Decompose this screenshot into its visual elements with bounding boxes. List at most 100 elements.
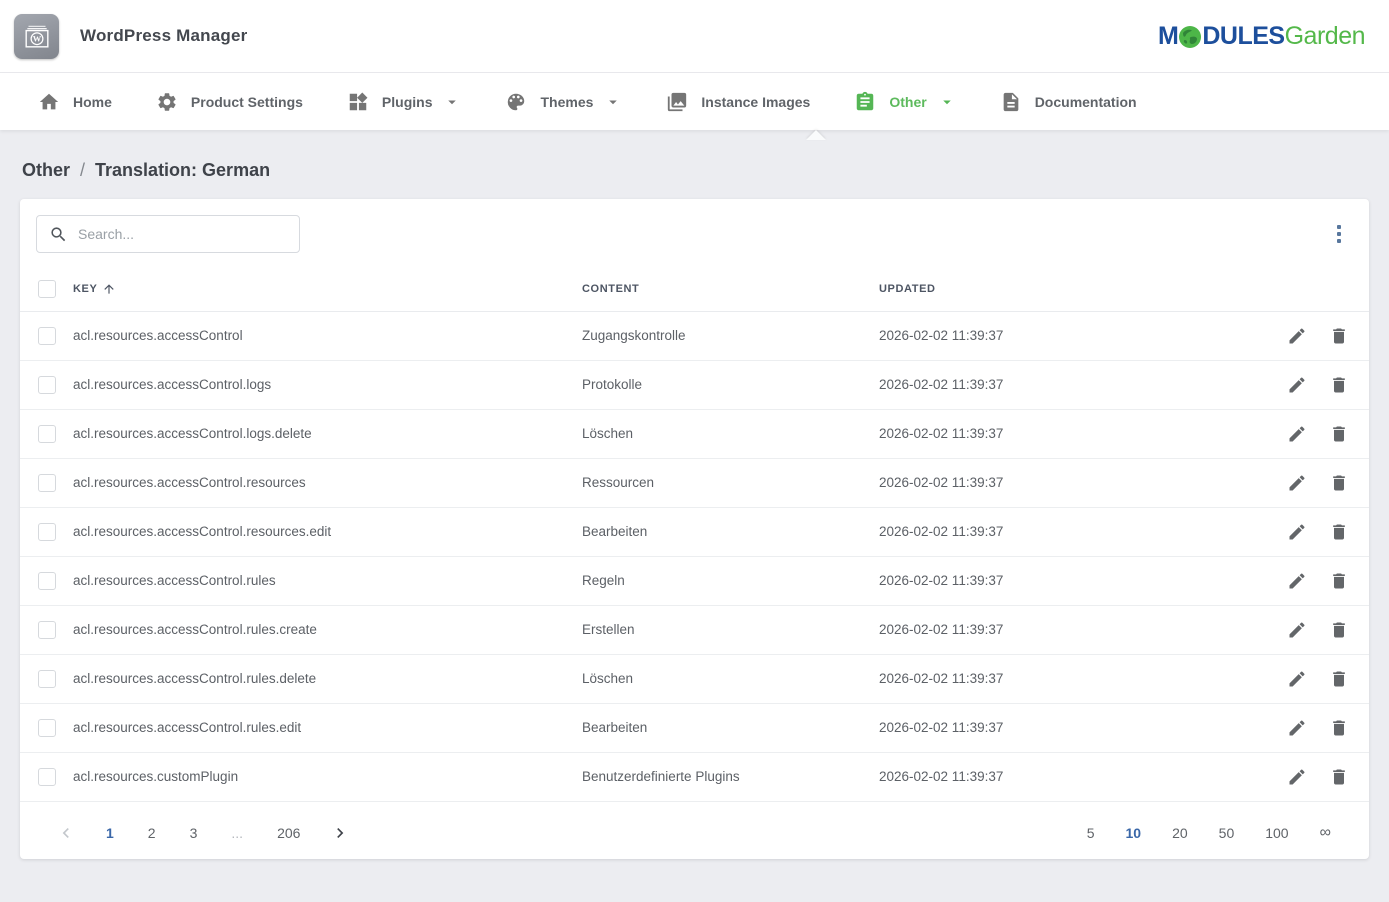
row-content: Ressourcen	[582, 475, 654, 490]
row-checkbox[interactable]	[38, 425, 56, 443]
edit-icon[interactable]	[1283, 714, 1311, 742]
select-all-checkbox[interactable]	[38, 280, 56, 298]
edit-icon[interactable]	[1283, 322, 1311, 350]
active-nav-notch	[806, 130, 826, 140]
page-button[interactable]: 3	[186, 823, 202, 843]
row-checkbox[interactable]	[38, 768, 56, 786]
row-checkbox[interactable]	[38, 670, 56, 688]
delete-icon[interactable]	[1325, 665, 1353, 693]
nav-item-plugins[interactable]: Plugins	[325, 73, 484, 130]
delete-icon[interactable]	[1325, 420, 1353, 448]
nav-item-other[interactable]: Other	[832, 73, 977, 130]
edit-icon[interactable]	[1283, 665, 1311, 693]
row-key: acl.resources.accessControl.rules.edit	[73, 720, 301, 735]
table-row: acl.resources.accessControl.rules.delete…	[20, 654, 1369, 703]
page-size-button[interactable]: 5	[1085, 823, 1097, 843]
edit-icon[interactable]	[1283, 567, 1311, 595]
row-updated: 2026-02-02 11:39:37	[879, 720, 1003, 735]
row-checkbox[interactable]	[38, 719, 56, 737]
breadcrumb-separator: /	[80, 160, 85, 181]
page-size-infinity-button[interactable]: ∞	[1318, 822, 1333, 844]
edit-icon[interactable]	[1283, 616, 1311, 644]
card-toolbar	[20, 199, 1369, 267]
delete-icon[interactable]	[1325, 763, 1353, 791]
nav-item-label: Other	[889, 94, 926, 110]
more-options-icon[interactable]	[1331, 219, 1347, 249]
row-content: Protokolle	[582, 377, 642, 392]
nav-item-home[interactable]: Home	[16, 73, 134, 130]
edit-icon[interactable]	[1283, 469, 1311, 497]
table-row: acl.resources.accessControl.resourcesRes…	[20, 458, 1369, 507]
row-checkbox[interactable]	[38, 474, 56, 492]
translations-table: KEY CONTENT UPDATED acl.resources.access…	[20, 267, 1369, 802]
nav-item-documentation[interactable]: Documentation	[978, 73, 1159, 130]
row-checkbox[interactable]	[38, 621, 56, 639]
nav-item-themes[interactable]: Themes	[483, 73, 644, 130]
nav-item-label: Home	[73, 94, 112, 110]
row-key: acl.resources.accessControl.logs	[73, 377, 271, 392]
delete-icon[interactable]	[1325, 518, 1353, 546]
column-header-updated[interactable]: UPDATED	[879, 283, 936, 295]
table-row: acl.resources.accessControl.logs.delete L…	[20, 409, 1369, 458]
search-box	[36, 215, 300, 253]
row-checkbox[interactable]	[38, 376, 56, 394]
search-input[interactable]	[78, 226, 287, 242]
row-content: Bearbeiten	[582, 524, 647, 539]
column-header-key[interactable]: KEY	[73, 283, 97, 295]
page-button[interactable]: 206	[273, 823, 304, 843]
delete-icon[interactable]	[1325, 469, 1353, 497]
delete-icon[interactable]	[1325, 616, 1353, 644]
nav-item-label: Documentation	[1035, 94, 1137, 110]
brand-text-dules: DULES	[1202, 22, 1284, 51]
row-updated: 2026-02-02 11:39:37	[879, 622, 1003, 637]
row-updated: 2026-02-02 11:39:37	[879, 769, 1003, 784]
column-header-content[interactable]: CONTENT	[582, 283, 639, 295]
row-content: Löschen	[582, 671, 633, 686]
page-button[interactable]: 2	[144, 823, 160, 843]
table-row: acl.resources.accessControl.rules.create…	[20, 605, 1369, 654]
brand-text-m: M	[1158, 22, 1178, 51]
delete-icon[interactable]	[1325, 371, 1353, 399]
content-area: Other / Translation: German KEY	[0, 130, 1389, 859]
chevron-down-icon	[604, 93, 622, 111]
nav-item-product-settings[interactable]: Product Settings	[134, 73, 325, 130]
delete-icon[interactable]	[1325, 714, 1353, 742]
chevron-down-icon	[443, 93, 461, 111]
row-content: Bearbeiten	[582, 720, 647, 735]
breadcrumb: Other / Translation: German	[20, 130, 1369, 181]
nav-item-label: Instance Images	[701, 94, 810, 110]
sort-ascending-icon[interactable]	[102, 282, 116, 296]
delete-icon[interactable]	[1325, 322, 1353, 350]
page-button[interactable]: 1	[102, 823, 118, 843]
table-row: acl.resources.accessControl.resources.ed…	[20, 507, 1369, 556]
edit-icon[interactable]	[1283, 420, 1311, 448]
row-updated: 2026-02-02 11:39:37	[879, 426, 1003, 441]
page-size-button[interactable]: 50	[1217, 823, 1237, 843]
chevron-down-icon	[938, 93, 956, 111]
row-checkbox[interactable]	[38, 572, 56, 590]
row-content: Benutzerdefinierte Plugins	[582, 769, 740, 784]
svg-text:W: W	[32, 34, 41, 44]
edit-icon[interactable]	[1283, 371, 1311, 399]
page-navigation: 1 2 3 ... 206	[56, 823, 350, 843]
chevron-left-icon[interactable]	[56, 823, 76, 843]
chevron-right-icon[interactable]	[330, 823, 350, 843]
edit-icon[interactable]	[1283, 763, 1311, 791]
row-key: acl.resources.accessControl.logs.delete	[73, 426, 312, 441]
row-checkbox[interactable]	[38, 327, 56, 345]
search-icon	[49, 225, 68, 244]
edit-icon[interactable]	[1283, 518, 1311, 546]
row-content: Löschen	[582, 426, 633, 441]
page-size-button[interactable]: 100	[1263, 823, 1290, 843]
pagination-bar: 1 2 3 ... 206 5 10 20 50 100 ∞	[20, 806, 1369, 859]
page-size-selector: 5 10 20 50 100 ∞	[1085, 822, 1333, 844]
page-ellipsis: ...	[227, 823, 247, 843]
row-checkbox[interactable]	[38, 523, 56, 541]
clipboard-icon	[854, 91, 876, 113]
page-size-button[interactable]: 10	[1124, 823, 1144, 843]
document-icon	[1000, 91, 1022, 113]
nav-item-instance-images[interactable]: Instance Images	[644, 73, 832, 130]
delete-icon[interactable]	[1325, 567, 1353, 595]
row-content: Erstellen	[582, 622, 635, 637]
page-size-button[interactable]: 20	[1170, 823, 1190, 843]
